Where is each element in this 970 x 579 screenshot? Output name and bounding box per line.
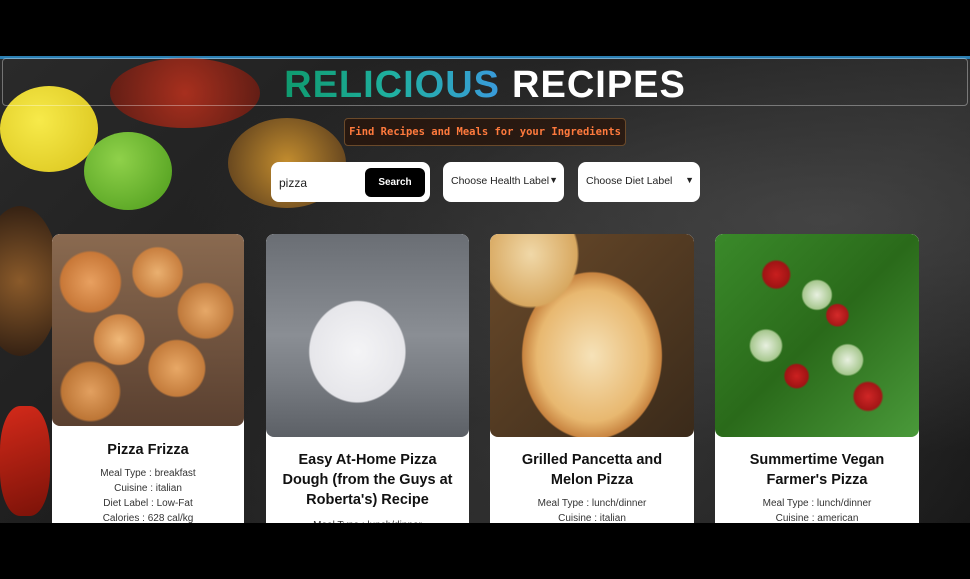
recipe-image xyxy=(715,234,919,437)
diet-label-select-value: Choose Diet Label xyxy=(586,175,673,187)
recipe-cuisine: Cuisine : american xyxy=(775,513,859,523)
recipe-diet-label: Diet Label : Low-Fat xyxy=(103,498,193,509)
app-background: RELICIOUS RECIPES Find Recipes and Meals … xyxy=(0,56,970,523)
recipe-image xyxy=(266,234,469,437)
recipe-card[interactable]: Grilled Pancetta and Melon Pizza Meal Ty… xyxy=(490,234,694,523)
noodle-bowl-image xyxy=(0,206,60,356)
recipe-meal-type: Meal Type : breakfast xyxy=(100,468,196,479)
recipe-title: Pizza Frizza xyxy=(107,442,189,458)
recipe-title: Grilled Pancetta and Melon Pizza xyxy=(521,452,663,488)
lime-image xyxy=(84,132,172,210)
chevron-down-icon: ▼ xyxy=(549,175,558,185)
recipe-title: Easy At-Home Pizza Dough (from the Guys … xyxy=(282,452,453,508)
recipe-card[interactable]: Easy At-Home Pizza Dough (from the Guys … xyxy=(266,234,469,523)
recipe-meal-type: Meal Type : lunch/dinner xyxy=(537,498,647,509)
health-label-select[interactable]: Choose Health Label ▼ xyxy=(443,162,564,202)
recipe-image xyxy=(490,234,694,437)
diet-label-select[interactable]: Choose Diet Label ▼ xyxy=(578,162,700,202)
recipe-image xyxy=(52,234,244,426)
chili-image xyxy=(0,406,50,516)
brand-part1: RELICIOUS xyxy=(284,64,501,106)
search-input[interactable] xyxy=(277,172,361,194)
recipe-card[interactable]: Pizza Frizza Meal Type : breakfast Cuisi… xyxy=(52,234,244,523)
chevron-down-icon: ▼ xyxy=(685,175,694,185)
recipe-calories: Calories : 628 cal/kg xyxy=(102,513,194,523)
search-form: Search xyxy=(271,162,430,202)
recipe-meal-type: Meal Type : lunch/dinner xyxy=(270,518,465,523)
site-header: RELICIOUS RECIPES xyxy=(2,58,968,106)
recipe-title: Summertime Vegan Farmer's Pizza xyxy=(749,452,885,488)
health-label-select-value: Choose Health Label xyxy=(451,175,550,187)
brand-part2: RECIPES xyxy=(512,64,686,106)
search-button[interactable]: Search xyxy=(365,168,425,197)
brand-logo: RELICIOUS RECIPES xyxy=(3,63,967,107)
tagline: Find Recipes and Meals for your Ingredie… xyxy=(344,118,626,146)
recipe-card[interactable]: Summertime Vegan Farmer's Pizza Meal Typ… xyxy=(715,234,919,523)
recipe-cuisine: Cuisine : italian xyxy=(114,483,182,494)
recipe-meal-type: Meal Type : lunch/dinner xyxy=(762,498,872,509)
recipe-cuisine: Cuisine : italian xyxy=(558,513,626,523)
